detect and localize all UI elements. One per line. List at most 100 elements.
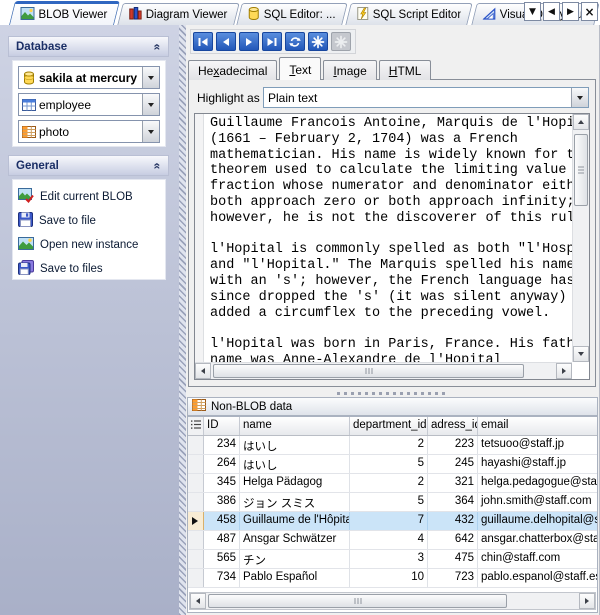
table-row[interactable]: 264 はいし 5 245 hayashi@staff.jp xyxy=(188,455,597,474)
cell-department-id[interactable]: 2 xyxy=(350,474,428,492)
cell-name[interactable]: はいし xyxy=(240,455,350,473)
database-section-header[interactable]: Database « xyxy=(8,36,169,57)
cell-adress-id[interactable]: 245 xyxy=(428,455,478,473)
field-select[interactable]: photo xyxy=(18,120,160,143)
general-section-header[interactable]: General « xyxy=(8,155,169,176)
cell-id[interactable]: 458 xyxy=(204,512,240,530)
vertical-scroll-thumb[interactable] xyxy=(574,134,588,206)
cell-adress-id[interactable]: 475 xyxy=(428,550,478,568)
cell-email[interactable]: ansgar.chatterbox@staff.de xyxy=(478,531,597,549)
scroll-tabs-left-button[interactable]: ◀ xyxy=(543,2,560,21)
cell-department-id[interactable]: 4 xyxy=(350,531,428,549)
dropdown-button[interactable] xyxy=(142,94,159,115)
scroll-right-button[interactable] xyxy=(579,593,595,609)
table-row[interactable]: 487 Ansgar Schwätzer 4 642 ansgar.chatte… xyxy=(188,531,597,550)
dropdown-button[interactable] xyxy=(571,88,588,107)
table-row[interactable]: 345 Helga Pädagog 2 321 helga.pedagogue@… xyxy=(188,474,597,493)
grid-scroll-thumb[interactable] xyxy=(208,594,507,608)
next-record-button[interactable] xyxy=(239,32,259,51)
tab-diagram-viewer[interactable]: Diagram Viewer xyxy=(117,3,239,25)
cell-name[interactable]: Guillaume de l'Hôpital xyxy=(240,512,350,530)
column-header-name[interactable]: name xyxy=(240,417,350,435)
cell-id[interactable]: 487 xyxy=(204,531,240,549)
cell-adress-id[interactable]: 723 xyxy=(428,569,478,587)
cell-email[interactable]: chin@staff.com xyxy=(478,550,597,568)
cell-name[interactable]: Ansgar Schwätzer xyxy=(240,531,350,549)
cell-department-id[interactable]: 10 xyxy=(350,569,428,587)
tab-sql-editor[interactable]: SQL Editor: ... xyxy=(237,3,348,25)
column-header-adress-id[interactable]: adress_id xyxy=(428,417,478,435)
dropdown-button[interactable] xyxy=(142,121,159,142)
collapse-chevron-icon[interactable]: « xyxy=(151,43,165,50)
cell-department-id[interactable]: 7 xyxy=(350,512,428,530)
refresh-button[interactable] xyxy=(285,32,305,51)
column-header-id[interactable]: ID xyxy=(204,417,240,435)
edit-current-blob-link[interactable]: Edit current BLOB xyxy=(18,185,160,209)
table-row-selected[interactable]: 458 Guillaume de l'Hôpital 7 432 guillau… xyxy=(188,512,597,531)
star-button[interactable] xyxy=(308,32,328,51)
scroll-tabs-right-button[interactable]: ▶ xyxy=(562,2,579,21)
prior-record-button[interactable] xyxy=(216,32,236,51)
tab-blob-viewer[interactable]: BLOB Viewer xyxy=(9,1,120,25)
cell-name[interactable]: Helga Pädagog xyxy=(240,474,350,492)
last-record-button[interactable] xyxy=(262,32,282,51)
open-new-instance-link[interactable]: Open new instance xyxy=(18,233,160,257)
blob-text-content[interactable]: Guillaume Francois Antoine, Marquis de l… xyxy=(205,116,572,362)
cell-id[interactable]: 264 xyxy=(204,455,240,473)
cell-name[interactable]: Pablo Español xyxy=(240,569,350,587)
cell-id[interactable]: 386 xyxy=(204,493,240,511)
cell-name[interactable]: はいし xyxy=(240,436,350,454)
row-indicator-header[interactable] xyxy=(188,417,204,435)
database-select[interactable]: sakila at mercury xyxy=(18,66,160,89)
cell-name[interactable]: ジョン スミス xyxy=(240,493,350,511)
save-to-files-link[interactable]: Save to files xyxy=(18,257,160,281)
tab-html[interactable]: HTML xyxy=(379,60,432,80)
cell-id[interactable]: 565 xyxy=(204,550,240,568)
cell-adress-id[interactable]: 432 xyxy=(428,512,478,530)
cell-email[interactable]: tetsuoo@staff.jp xyxy=(478,436,597,454)
close-tab-button[interactable]: × xyxy=(581,2,598,21)
table-select[interactable]: employee xyxy=(18,93,160,116)
collapse-chevron-icon[interactable]: « xyxy=(151,162,165,169)
table-row[interactable]: 565 チン 3 475 chin@staff.com xyxy=(188,550,597,569)
cell-name[interactable]: チン xyxy=(240,550,350,568)
scroll-left-button[interactable] xyxy=(195,363,211,379)
cell-adress-id[interactable]: 321 xyxy=(428,474,478,492)
first-record-button[interactable] xyxy=(193,32,213,51)
sidebar-splitter[interactable] xyxy=(179,25,186,615)
cell-adress-id[interactable]: 223 xyxy=(428,436,478,454)
scroll-down-button[interactable] xyxy=(573,346,589,362)
cell-adress-id[interactable]: 642 xyxy=(428,531,478,549)
blob-text-viewer[interactable]: Guillaume Francois Antoine, Marquis de l… xyxy=(194,113,590,380)
horizontal-scroll-thumb[interactable] xyxy=(213,364,524,378)
tab-list-dropdown-button[interactable]: ▼ xyxy=(524,2,541,21)
cell-email[interactable]: john.smith@staff.com xyxy=(478,493,597,511)
cell-email[interactable]: helga.pedagogue@staff.de xyxy=(478,474,597,492)
dropdown-button[interactable] xyxy=(142,67,159,88)
table-row[interactable]: 234 はいし 2 223 tetsuoo@staff.jp xyxy=(188,436,597,455)
table-row[interactable]: 734 Pablo Español 10 723 pablo.espanol@s… xyxy=(188,569,597,588)
horizontal-scrollbar[interactable] xyxy=(195,362,572,379)
cell-department-id[interactable]: 2 xyxy=(350,436,428,454)
cell-email[interactable]: pablo.espanol@staff.es xyxy=(478,569,597,587)
cell-adress-id[interactable]: 364 xyxy=(428,493,478,511)
cell-id[interactable]: 234 xyxy=(204,436,240,454)
cell-email[interactable]: hayashi@staff.jp xyxy=(478,455,597,473)
highlight-as-select[interactable]: Plain text xyxy=(263,87,589,108)
column-header-email[interactable]: email xyxy=(478,417,597,435)
vertical-scrollbar[interactable] xyxy=(572,114,589,362)
grid-horizontal-scrollbar[interactable] xyxy=(189,592,596,610)
panel-splitter[interactable] xyxy=(186,389,599,397)
cell-department-id[interactable]: 3 xyxy=(350,550,428,568)
tab-sql-script-editor[interactable]: SQL Script Editor xyxy=(345,3,473,25)
cell-id[interactable]: 345 xyxy=(204,474,240,492)
tab-hexadecimal[interactable]: Hexadecimal xyxy=(188,60,277,80)
cell-id[interactable]: 734 xyxy=(204,569,240,587)
scroll-up-button[interactable] xyxy=(573,114,589,130)
scroll-left-button[interactable] xyxy=(190,593,206,609)
cell-department-id[interactable]: 5 xyxy=(350,493,428,511)
tab-image[interactable]: Image xyxy=(323,60,376,80)
tab-text[interactable]: Text xyxy=(279,57,321,80)
save-to-file-link[interactable]: Save to file xyxy=(18,209,160,233)
cell-department-id[interactable]: 5 xyxy=(350,455,428,473)
